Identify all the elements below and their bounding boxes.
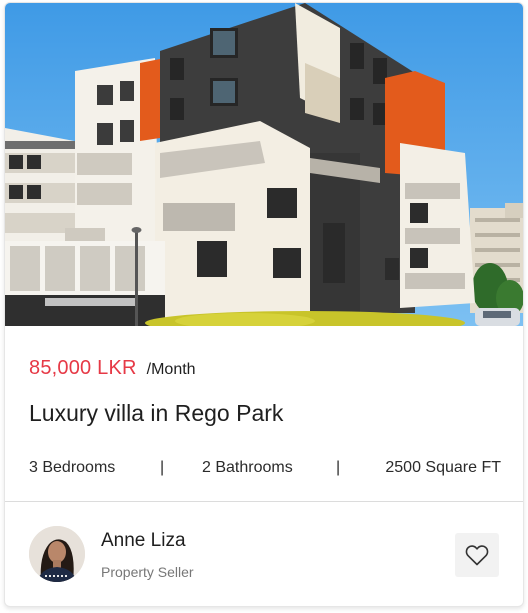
area: 2500 Square FT	[385, 459, 501, 476]
listing-title[interactable]: Luxury villa in Rego Park	[29, 400, 283, 427]
bedrooms: 3 Bedrooms	[29, 459, 116, 476]
feature-separator: |	[160, 459, 165, 476]
listing-info: 85,000 LKR /Month Luxury villa in Rego P…	[5, 326, 523, 502]
seller-section: Anne Liza Property Seller	[5, 502, 523, 606]
heart-outline-icon	[465, 545, 489, 566]
price: 85,000 LKR	[29, 357, 137, 379]
price-row: 85,000 LKR /Month	[29, 357, 196, 380]
property-image[interactable]	[5, 3, 523, 326]
seller-name[interactable]: Anne Liza	[101, 530, 186, 552]
favorite-button[interactable]	[455, 533, 499, 577]
property-card[interactable]: 85,000 LKR /Month Luxury villa in Rego P…	[4, 2, 524, 607]
seller-role: Property Seller	[101, 564, 194, 580]
bathrooms: 2 Bathrooms	[202, 459, 293, 476]
avatar[interactable]	[29, 526, 85, 582]
price-period: /Month	[146, 361, 196, 378]
feature-separator: |	[336, 459, 341, 476]
feature-list: 3 Bedrooms | 2 Bathrooms | 2500 Square F…	[29, 459, 501, 481]
